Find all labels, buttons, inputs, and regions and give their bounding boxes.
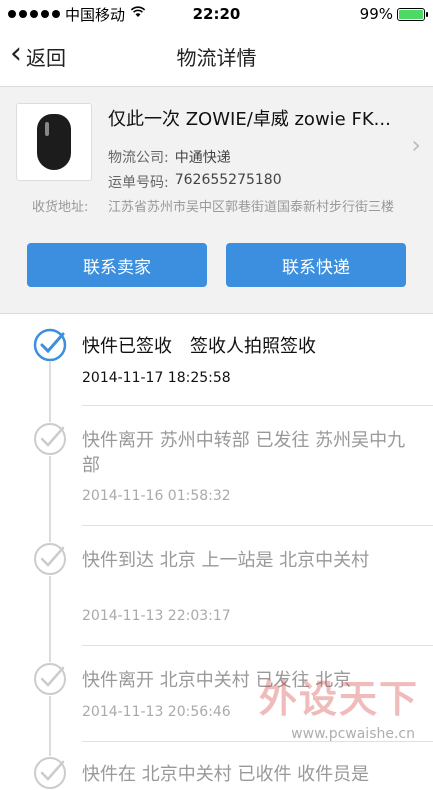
carrier-label: 物流公司: — [108, 150, 169, 166]
check-circle-icon — [33, 542, 67, 576]
timeline-time: 2014-11-13 22:03:17 — [82, 608, 231, 624]
contact-seller-button[interactable]: 联系卖家 — [27, 243, 207, 287]
status-bar: 中国移动 22:20 99% — [0, 0, 433, 28]
mouse-image — [37, 114, 71, 170]
timeline-status: 快件在 北京中关村 已收件 收件员是 — [82, 764, 370, 785]
signal-carrier: 中国移动 — [8, 4, 146, 25]
divider — [82, 741, 433, 742]
tracking-row: 运单号码: 762655275180 — [108, 172, 282, 192]
timeline-status: 快件离开 北京中关村 已发往 北京 — [82, 670, 352, 691]
navigation-bar: ‹ 返回 物流详情 — [0, 28, 433, 84]
address-label: 收货地址: — [32, 200, 89, 215]
chevron-left-icon: ‹ — [10, 36, 22, 71]
carrier-name: 中国移动 — [65, 5, 126, 24]
timeline-status: 快件离开 苏州中转部 已发往 苏州吴中九部 — [82, 430, 406, 476]
timeline-time: 2014-11-16 01:58:32 — [82, 488, 231, 504]
product-title[interactable]: 仅此一次 ZOWIE/卓威 zowie FK... — [108, 105, 408, 131]
back-label: 返回 — [26, 45, 66, 70]
product-thumbnail[interactable] — [16, 103, 92, 181]
timeline-status: 快件到达 北京 上一站是 北京中关村 — [82, 550, 370, 571]
check-circle-icon — [33, 756, 67, 790]
carrier-value: 中通快递 — [174, 150, 231, 166]
battery-level — [399, 9, 423, 19]
battery-status: 99% — [359, 5, 428, 23]
shipping-address: 收货地址: 江苏省苏州市吴中区郭巷街道国泰新村步行街三楼 — [32, 199, 412, 217]
wifi-icon — [130, 6, 146, 22]
back-button[interactable]: ‹ 返回 — [10, 28, 66, 84]
divider — [82, 525, 433, 526]
signal-strength-icon — [8, 10, 60, 18]
battery-icon — [397, 7, 428, 21]
chevron-right-icon[interactable]: › — [411, 131, 421, 159]
timeline-status: 快件已签收 签收人拍照签收 — [82, 336, 316, 357]
order-summary-card: 仅此一次 ZOWIE/卓威 zowie FK... 物流公司: 中通快递 运单号… — [0, 86, 433, 314]
tracking-number: 762655275180 — [174, 172, 282, 188]
check-circle-icon — [33, 328, 67, 362]
contact-courier-button[interactable]: 联系快递 — [226, 243, 406, 287]
tracking-timeline: 快件已签收 签收人拍照签收 2014-11-17 18:25:58 快件离开 苏… — [0, 316, 433, 790]
timeline-time: 2014-11-13 20:56:46 — [82, 704, 231, 720]
timeline-time: 2014-11-17 18:25:58 — [82, 370, 231, 386]
check-circle-icon — [33, 662, 67, 696]
divider — [82, 645, 433, 646]
battery-percent: 99% — [359, 5, 393, 23]
tracking-label: 运单号码: — [108, 175, 169, 191]
check-circle-icon — [33, 422, 67, 456]
divider — [82, 405, 433, 406]
carrier-row: 物流公司: 中通快递 — [108, 147, 231, 167]
address-value: 江苏省苏州市吴中区郭巷街道国泰新村步行街三楼 — [108, 200, 395, 215]
page-title: 物流详情 — [176, 45, 257, 70]
